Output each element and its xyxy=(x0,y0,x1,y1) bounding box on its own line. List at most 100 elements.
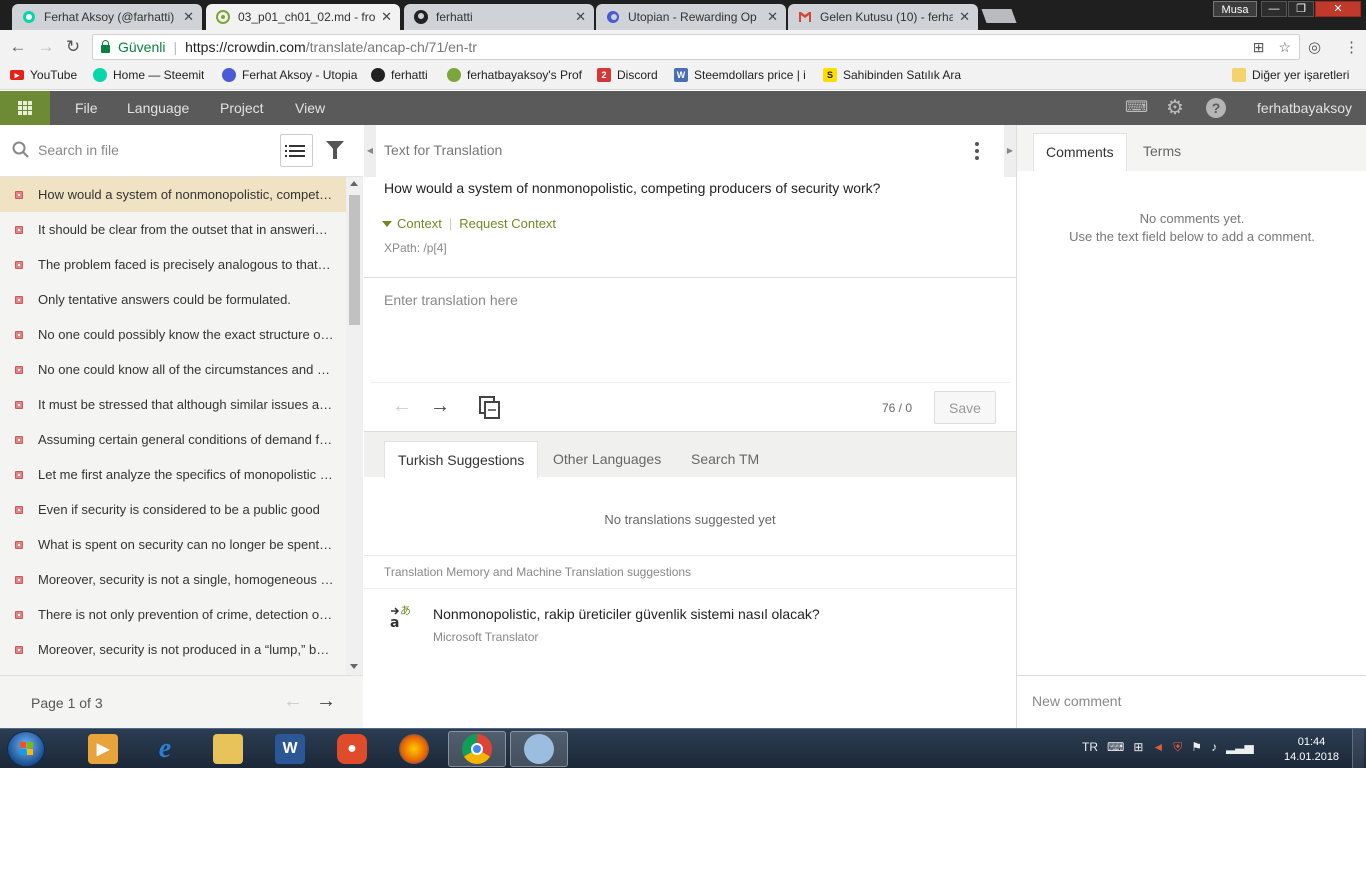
string-item[interactable]: It should be clear from the outset that … xyxy=(0,212,346,247)
show-desktop-button[interactable] xyxy=(1352,729,1364,768)
keyboard-tray-icon[interactable]: ⌨ xyxy=(1107,740,1124,755)
help-icon[interactable]: ? xyxy=(1206,98,1226,118)
save-button[interactable]: Save xyxy=(934,391,996,424)
scrollbar-thumb[interactable] xyxy=(349,195,360,325)
tab-turkish-suggestions[interactable]: Turkish Suggestions xyxy=(384,441,539,478)
volume-icon[interactable]: ♪ xyxy=(1211,740,1217,755)
string-item[interactable]: Only tentative answers could be formulat… xyxy=(0,282,346,317)
bookmark-github[interactable]: ferhatti xyxy=(371,68,428,82)
scroll-down-arrow-icon[interactable] xyxy=(350,664,358,669)
bookmark-discord[interactable]: 2 Discord xyxy=(597,68,658,82)
string-item[interactable]: No one could possibly know the exact str… xyxy=(0,317,346,352)
collapse-right-panel-button[interactable]: ▶ xyxy=(1004,125,1016,177)
chrome-menu-icon[interactable]: ⋮ xyxy=(1344,38,1359,56)
reload-icon[interactable]: ↻ xyxy=(63,37,83,57)
menu-project[interactable]: Project xyxy=(220,100,264,116)
instagram-extension-icon[interactable]: ◎ xyxy=(1308,38,1321,56)
bookmark-crowdin[interactable]: ferhatbayaksoy's Prof xyxy=(447,68,583,82)
username-menu[interactable]: ferhatbayaksoy xyxy=(1257,100,1352,116)
bookmark-star-icon[interactable]: ☆ xyxy=(1278,39,1291,56)
string-item[interactable]: The problem faced is precisely analogous… xyxy=(0,247,346,282)
taskbar-word[interactable]: W xyxy=(261,731,319,767)
taskbar-paint[interactable] xyxy=(510,731,568,767)
taskbar-internet-explorer[interactable]: e xyxy=(136,731,194,767)
next-page-arrow-icon[interactable]: → xyxy=(316,690,336,713)
list-view-button[interactable] xyxy=(280,134,313,167)
menu-view[interactable]: View xyxy=(295,100,325,116)
keyboard-icon[interactable]: ⌨ xyxy=(1125,98,1148,118)
taskbar-media-player[interactable]: ▶ xyxy=(74,731,132,767)
tab-search-tm[interactable]: Search TM xyxy=(678,441,772,478)
security-tray-icon[interactable]: ⛨ xyxy=(1173,740,1182,755)
copy-source-icon[interactable] xyxy=(478,395,500,419)
browser-tab[interactable]: ferhatti ✕ xyxy=(404,4,594,30)
taskbar-firefox[interactable] xyxy=(385,731,443,767)
tab-other-languages[interactable]: Other Languages xyxy=(540,441,674,478)
translation-input[interactable] xyxy=(370,278,1010,382)
string-item-active[interactable]: How would a system of nonmonopolistic, c… xyxy=(0,177,346,212)
taskbar-file-explorer[interactable] xyxy=(199,731,257,767)
string-item[interactable]: Moreover, security is not a single, homo… xyxy=(0,562,346,597)
new-tab-button[interactable] xyxy=(981,9,1017,23)
previous-page-arrow-icon[interactable]: ← xyxy=(283,690,303,713)
next-string-arrow-icon[interactable]: → xyxy=(430,395,450,418)
filter-icon[interactable] xyxy=(326,141,344,159)
close-tab-icon[interactable]: ✕ xyxy=(959,9,970,25)
minimize-button[interactable]: — xyxy=(1261,1,1287,17)
security-indicator[interactable]: Güvenli xyxy=(93,39,165,55)
language-indicator[interactable]: TR xyxy=(1082,740,1098,755)
string-list-scrollbar[interactable] xyxy=(346,177,363,675)
back-arrow-icon[interactable]: ← xyxy=(8,37,28,57)
system-clock[interactable]: 01:44 14.01.2018 xyxy=(1284,735,1339,765)
close-tab-icon[interactable]: ✕ xyxy=(767,9,778,25)
bookmark-sahibinden[interactable]: S Sahibinden Satılık Ara xyxy=(823,68,963,82)
close-tab-icon[interactable]: ✕ xyxy=(381,9,392,25)
close-window-button[interactable]: ✕ xyxy=(1315,1,1361,17)
browser-tab[interactable]: Gelen Kutusu (10) - ferha ✕ xyxy=(788,4,978,30)
new-comment-input[interactable] xyxy=(1032,693,1352,709)
more-options-icon[interactable] xyxy=(975,142,979,160)
forward-arrow-icon[interactable]: → xyxy=(36,37,56,57)
string-item[interactable]: Even if security is considered to be a p… xyxy=(0,492,346,527)
string-item[interactable]: What is spent on security can no longer … xyxy=(0,527,346,562)
tab-comments[interactable]: Comments xyxy=(1033,133,1127,171)
scroll-up-arrow-icon[interactable] xyxy=(350,181,358,186)
translate-icon[interactable]: ⊞ xyxy=(1253,39,1265,56)
browser-tab[interactable]: Utopian - Rewarding Op ✕ xyxy=(596,4,786,30)
bookmark-youtube[interactable]: ▸ YouTube xyxy=(10,68,77,82)
tab-terms[interactable]: Terms xyxy=(1131,133,1193,171)
string-item[interactable]: Assuming certain general conditions of d… xyxy=(0,422,346,457)
previous-string-arrow-icon[interactable]: ← xyxy=(392,395,412,418)
speaker-muted-icon[interactable]: ◄ xyxy=(1152,740,1164,755)
string-item[interactable]: There is not only prevention of crime, d… xyxy=(0,597,346,632)
string-item[interactable]: Let me first analyze the specifics of mo… xyxy=(0,457,346,492)
start-button[interactable] xyxy=(7,731,45,767)
apps-menu-button[interactable] xyxy=(0,91,50,125)
other-bookmarks[interactable]: Diğer yer işaretleri xyxy=(1232,68,1349,82)
collapse-left-panel-button[interactable]: ◀ xyxy=(364,125,376,177)
network-signal-icon[interactable]: ▂▃▅ xyxy=(1226,740,1254,755)
menu-file[interactable]: File xyxy=(75,100,98,116)
menu-language[interactable]: Language xyxy=(127,100,189,116)
mt-suggestion-text[interactable]: Nonmonopolistic, rakip üreticiler güvenl… xyxy=(433,606,820,622)
windows-flag-tray-icon[interactable]: ⊞ xyxy=(1133,740,1143,755)
search-input[interactable] xyxy=(38,140,258,160)
maximize-button[interactable]: ❐ xyxy=(1288,1,1314,17)
browser-tab-active[interactable]: 03_p01_ch01_02.md - fro ✕ xyxy=(206,4,400,30)
close-tab-icon[interactable]: ✕ xyxy=(575,9,586,25)
url-bar[interactable]: Güvenli | https://crowdin.com/translate/… xyxy=(92,34,1300,60)
close-tab-icon[interactable]: ✕ xyxy=(183,9,194,25)
string-item[interactable]: Moreover, security is not produced in a … xyxy=(0,632,346,667)
bookmark-utopian[interactable]: Ferhat Aksoy - Utopia xyxy=(222,68,358,82)
string-item[interactable]: It must be stressed that although simila… xyxy=(0,387,346,422)
string-item[interactable]: No one could know all of the circumstanc… xyxy=(0,352,346,387)
bookmark-steemit[interactable]: Home — Steemit xyxy=(93,68,204,82)
action-center-flag-icon[interactable]: ⚑ xyxy=(1191,740,1202,755)
context-toggle[interactable]: Context xyxy=(397,216,442,231)
gear-icon[interactable]: ⚙ xyxy=(1165,98,1185,118)
browser-tab[interactable]: Ferhat Aksoy (@farhatti) ✕ xyxy=(12,4,202,30)
bookmark-steemdollars[interactable]: W Steemdollars price | i xyxy=(674,68,814,82)
taskbar-recorder[interactable]: ● xyxy=(323,731,381,767)
request-context-link[interactable]: Request Context xyxy=(459,216,556,231)
taskbar-chrome[interactable] xyxy=(448,731,506,767)
